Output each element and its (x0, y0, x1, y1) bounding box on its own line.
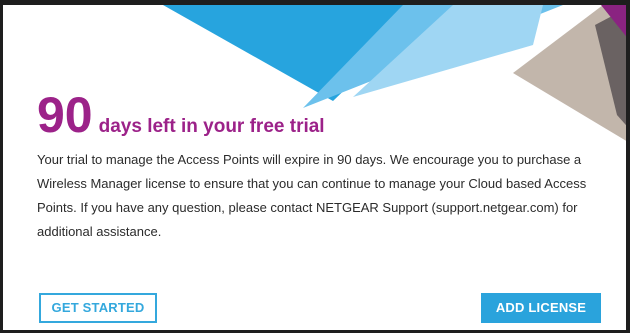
trial-headline: 90 days left in your free trial (37, 89, 325, 141)
add-license-button[interactable]: ADD LICENSE (481, 293, 601, 323)
trial-message: Your trial to manage the Access Points w… (37, 152, 587, 239)
trial-dialog: 90 days left in your free trial Your tria… (0, 0, 630, 333)
get-started-button[interactable]: GET STARTED (39, 293, 157, 323)
days-left-label: days left in your free trial (98, 116, 325, 137)
days-left-number: 90 (37, 87, 93, 143)
